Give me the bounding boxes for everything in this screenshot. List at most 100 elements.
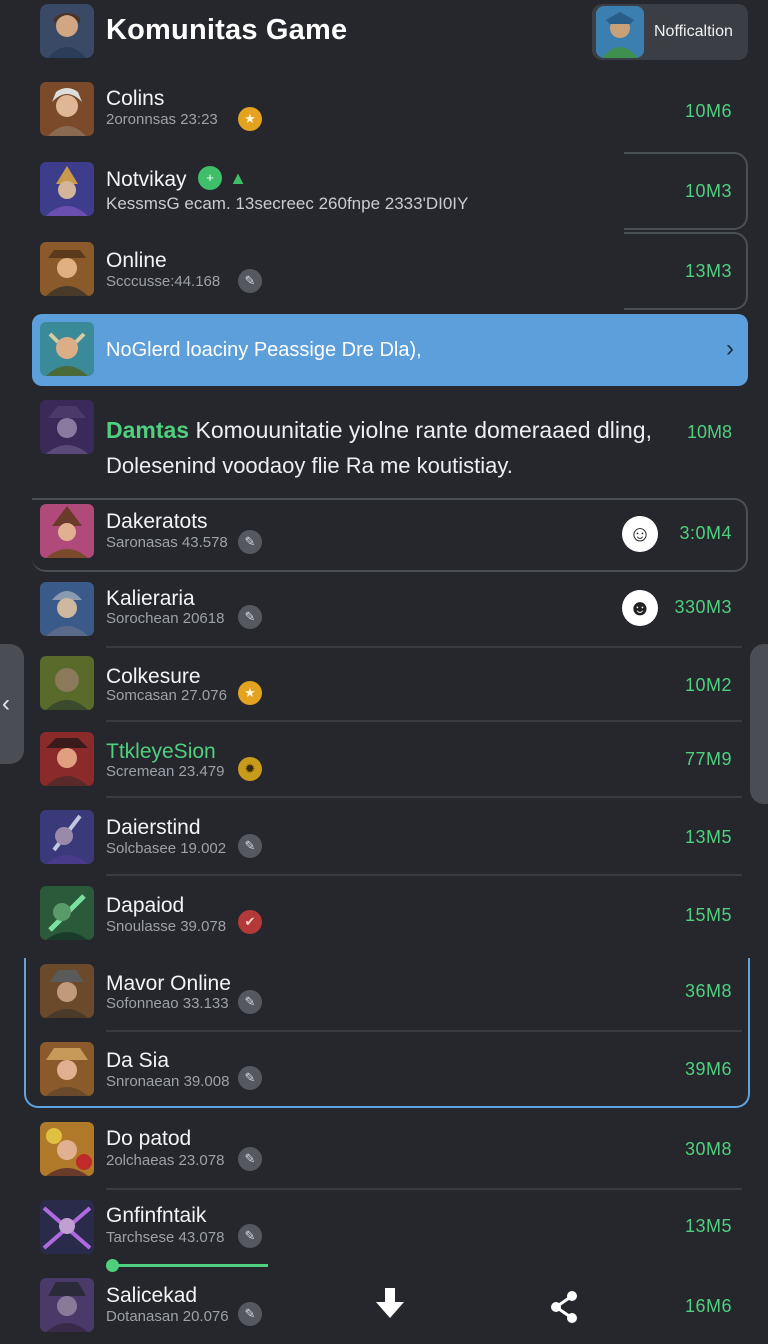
chevron-left-icon: ‹	[2, 690, 10, 717]
list-item[interactable]: TtkleyeSion Scremean 23.479 ✹ 77M9	[32, 732, 748, 792]
list-item[interactable]: Dakeratots Saronasas 43.578 ✎ ☺ 3:0M4	[32, 504, 748, 564]
list-item[interactable]: Mavor Online Sofonneao 33.133 ✎ 36M8	[32, 964, 748, 1024]
user-subtitle: Saronasas 43.578	[106, 534, 228, 551]
member-count: 13M5	[684, 1216, 732, 1236]
message-line-2: Dolesenind voodaoy flie Ra me koutistiay…	[106, 453, 513, 478]
divider	[106, 1188, 742, 1190]
share-button[interactable]	[546, 1290, 582, 1344]
user-name: Notvikay	[106, 168, 187, 191]
side-handle[interactable]	[750, 644, 768, 804]
pen-icon[interactable]: ✎	[238, 530, 262, 554]
list-item[interactable]: Dapaiod Snoulasse 39.078 ✔ 15M5	[32, 886, 748, 946]
message-item[interactable]: Damtas Komouunitatie yiolne rante domera…	[32, 398, 748, 494]
message-author[interactable]: Damtas	[106, 417, 189, 443]
user-name: Gnfinfntaik	[106, 1204, 207, 1227]
user-subtitle: Somcasan 27.076	[106, 687, 227, 704]
member-count: 39M6	[684, 1059, 732, 1079]
list-item[interactable]: Notvikay + ▲ KessmsG ecam. 13secreec 260…	[32, 162, 748, 222]
pen-icon[interactable]: ✎	[238, 605, 262, 629]
member-count: 10M3	[684, 181, 732, 201]
selection-frame-edge	[24, 958, 26, 1018]
divider	[106, 646, 742, 648]
user-subtitle: Snronaean 39.008	[106, 1073, 230, 1090]
list-item[interactable]: Gnfinfntaik Tarchsese 43.078 ✎ 13M5	[32, 1200, 748, 1260]
user-avatar	[40, 1122, 94, 1176]
user-subtitle: Scremean 23.479	[106, 763, 225, 780]
share-icon	[551, 1291, 577, 1323]
chevron-right-icon[interactable]: ›	[726, 335, 734, 363]
user-avatar	[40, 82, 94, 136]
user-subtitle: 2oronnsas 23:23	[106, 111, 218, 128]
notification-button[interactable]: Nofficaltion	[592, 4, 748, 60]
user-avatar	[40, 582, 94, 636]
user-avatar	[40, 964, 94, 1018]
user-avatar	[40, 242, 94, 296]
user-name: Mavor Online	[106, 972, 231, 995]
member-count: 13M3	[684, 261, 732, 281]
member-count: 10M6	[684, 101, 732, 121]
pen-icon[interactable]: ✎	[238, 269, 262, 293]
user-subtitle: Snoulasse 39.078	[106, 918, 227, 935]
red-check-icon: ✔	[238, 910, 262, 934]
pinned-banner[interactable]: NoGlerd loaciny Peassige Dre Dla), ›	[32, 314, 748, 386]
pen-icon[interactable]: ✎	[238, 1224, 262, 1248]
message-line-1: Damtas Komouunitatie yiolne rante domera…	[106, 417, 652, 444]
list-item[interactable]: Colins 2oronnsas 23:23 ★ 10M6	[32, 82, 748, 142]
download-button[interactable]	[370, 1286, 410, 1344]
user-subtitle: KessmsG ecam. 13secreec 260fnpe 2333'DI0…	[106, 194, 469, 213]
user-subtitle: Scccusse:44.168	[106, 273, 221, 290]
user-avatar	[40, 504, 94, 558]
smiley-icon[interactable]: ☺	[622, 516, 658, 552]
user-name: Daierstind	[106, 816, 201, 839]
notification-thumbnail	[596, 6, 644, 58]
member-count: 10M2	[684, 675, 732, 695]
member-count: 3:0M4	[679, 523, 732, 543]
green-plus-icon: +	[198, 166, 222, 190]
pen-icon[interactable]: ✎	[238, 990, 262, 1014]
user-name: Da Sia	[106, 1049, 170, 1072]
user-subtitle: Tarchsese 43.078	[106, 1229, 225, 1246]
member-count: 13M5	[684, 827, 732, 847]
divider	[106, 796, 742, 798]
list-item[interactable]: Da Sia Snronaean 39.008 ✎ 39M6	[32, 1042, 748, 1102]
member-count: 77M9	[684, 749, 732, 769]
user-subtitle: Dotanasan 20.076	[106, 1308, 229, 1325]
banner-avatar	[40, 322, 94, 376]
user-avatar	[40, 656, 94, 710]
banner-text: NoGlerd loaciny Peassige Dre Dla),	[106, 339, 422, 361]
pen-icon[interactable]: ✎	[238, 1147, 262, 1171]
gold-star-icon: ★	[238, 681, 262, 705]
page-title: Komunitas Game	[106, 14, 348, 46]
smiley-icon[interactable]: ☻	[622, 590, 658, 626]
pen-icon[interactable]: ✎	[238, 1066, 262, 1090]
list-item[interactable]: Do patod 2olchaeas 23.078 ✎ 30M8	[32, 1122, 748, 1182]
list-item[interactable]: Colkesure Somcasan 27.076 ★ 10M2	[32, 656, 748, 716]
user-avatar	[40, 886, 94, 940]
back-tab[interactable]: ‹	[0, 644, 24, 764]
list-item[interactable]: Kalieraria Sorochean 20618 ✎ ☻ 330M3	[32, 582, 748, 642]
user-name: Salicekad	[106, 1284, 198, 1307]
user-avatar	[40, 732, 94, 786]
gear-icon: ✹	[238, 757, 262, 781]
member-count: 15M5	[684, 905, 732, 925]
app-header: Komunitas Game Nofficaltion	[0, 0, 768, 64]
user-name: Colkesure	[106, 665, 201, 688]
user-avatar	[40, 810, 94, 864]
list-item[interactable]: Online Scccusse:44.168 ✎ 13M3	[32, 242, 748, 302]
user-avatar	[40, 1278, 94, 1332]
lock-icon: ▲	[229, 168, 247, 188]
user-subtitle: Sofonneao 33.133	[106, 995, 229, 1012]
user-subtitle: Solcbasee 19.002	[106, 840, 227, 857]
user-name: Online	[106, 249, 167, 272]
user-avatar	[40, 1200, 94, 1254]
user-name: Dakeratots	[106, 510, 208, 533]
pen-icon[interactable]: ✎	[238, 1302, 262, 1326]
pen-icon[interactable]: ✎	[238, 834, 262, 858]
message-text: Komouunitatie yiolne rante domeraaed dli…	[195, 417, 652, 443]
member-count: 30M8	[684, 1139, 732, 1159]
user-avatar	[40, 400, 94, 454]
user-avatar	[40, 162, 94, 216]
profile-avatar[interactable]	[40, 4, 94, 58]
list-item[interactable]: Daierstind Solcbasee 19.002 ✎ 13M5	[32, 810, 748, 870]
download-icon	[376, 1288, 404, 1318]
